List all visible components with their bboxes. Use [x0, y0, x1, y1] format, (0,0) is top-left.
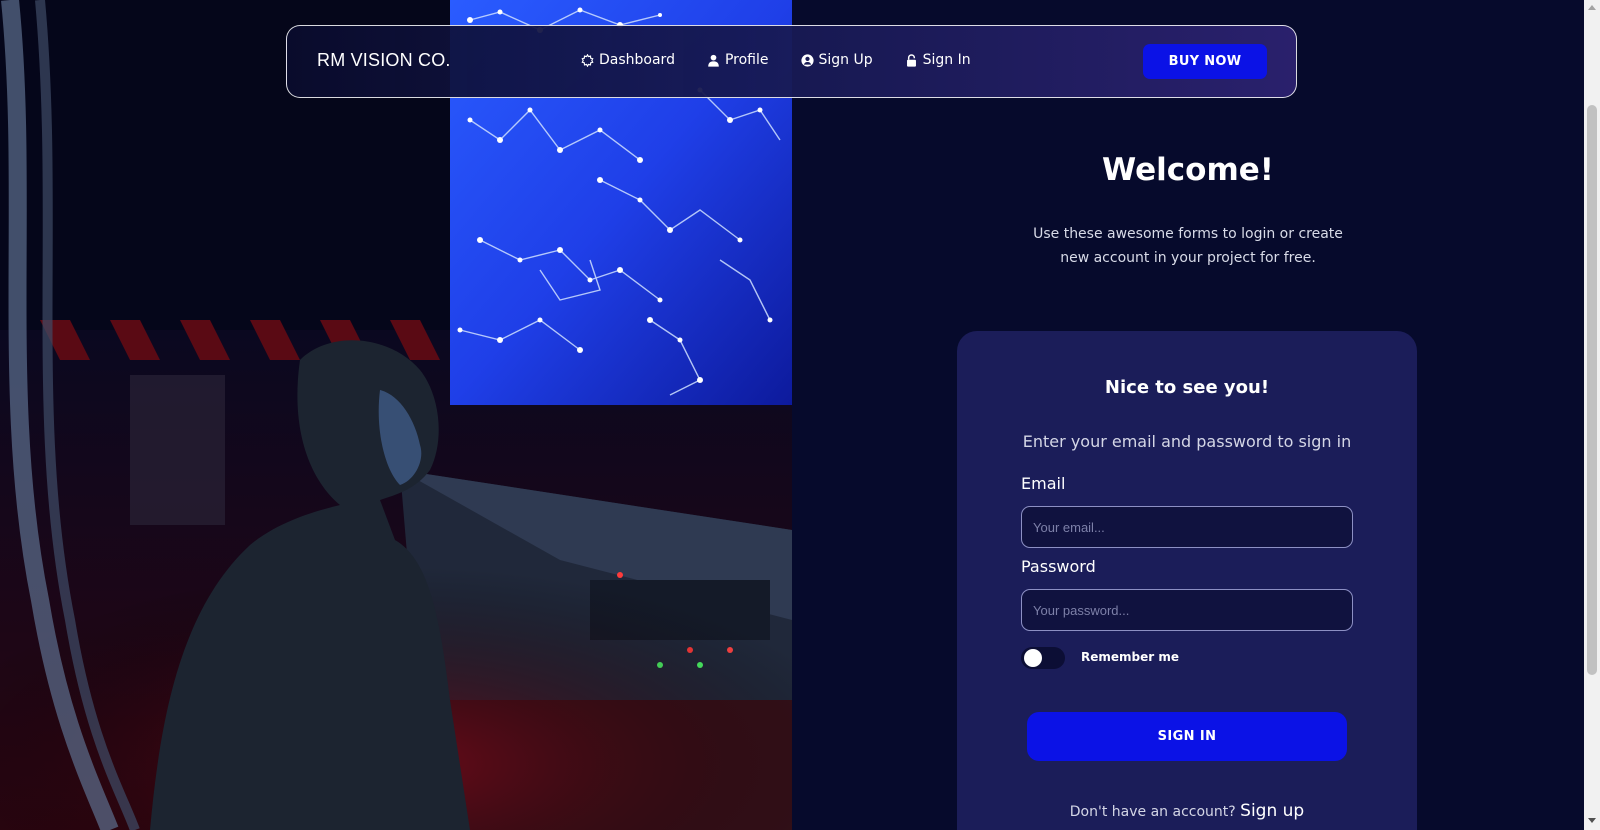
- scroll-down-icon[interactable]: [1588, 818, 1596, 823]
- scroll-up-icon[interactable]: [1588, 5, 1596, 10]
- nav-link-signup[interactable]: Sign Up: [800, 52, 873, 68]
- signup-prompt: Don't have an account? Sign up: [957, 801, 1417, 821]
- user-icon: [708, 54, 719, 67]
- signup-link[interactable]: Sign up: [1240, 801, 1304, 821]
- welcome-subtitle-line: new account in your project for free.: [1060, 250, 1316, 266]
- nav-link-label: Dashboard: [599, 52, 675, 68]
- toggle-knob: [1024, 649, 1042, 667]
- nav-link-label: Sign In: [922, 52, 971, 68]
- star-map-illustration: [0, 0, 792, 830]
- dashboard-icon: [581, 53, 594, 67]
- buy-now-button[interactable]: BUY NOW: [1143, 44, 1267, 79]
- page: RM VISION CO. Dashboard Profile Sign Up …: [0, 0, 1584, 830]
- page-scrollbar[interactable]: [1584, 0, 1600, 830]
- nav-links: Dashboard Profile Sign Up Sign In: [581, 52, 1003, 68]
- nav-link-label: Sign Up: [818, 52, 873, 68]
- signin-card: Nice to see you! Enter your email and pa…: [957, 331, 1417, 830]
- nav-link-label: Profile: [724, 52, 769, 68]
- signin-button[interactable]: SIGN IN: [1027, 712, 1347, 761]
- password-field[interactable]: Your password...: [1021, 589, 1353, 631]
- remember-me-label[interactable]: Remember me: [1081, 650, 1179, 664]
- nav-link-profile[interactable]: Profile: [707, 52, 769, 68]
- card-title: Nice to see you!: [1104, 377, 1270, 398]
- nav-link-signin[interactable]: Sign In: [905, 52, 971, 68]
- lock-icon: [906, 53, 916, 67]
- hero-image: [0, 0, 792, 830]
- card-subtitle: Enter your email and password to sign in: [1022, 432, 1352, 451]
- welcome-subtitle: Use these awesome forms to login or crea…: [1018, 222, 1358, 270]
- welcome-subtitle-line: Use these awesome forms to login or crea…: [1033, 226, 1343, 242]
- brand-logo[interactable]: RM VISION CO.: [317, 50, 451, 71]
- welcome-title: Welcome!: [1102, 152, 1274, 188]
- email-field[interactable]: Your email...: [1021, 506, 1353, 548]
- password-label: Password: [1021, 557, 1096, 576]
- remember-me-toggle[interactable]: [1021, 647, 1065, 669]
- scroll-thumb[interactable]: [1587, 105, 1597, 675]
- email-label: Email: [1021, 474, 1066, 493]
- user-circle-icon: [800, 53, 814, 67]
- top-navbar: RM VISION CO. Dashboard Profile Sign Up …: [286, 25, 1297, 98]
- no-account-text: Don't have an account?: [1069, 804, 1236, 820]
- nav-link-dashboard[interactable]: Dashboard: [581, 52, 675, 68]
